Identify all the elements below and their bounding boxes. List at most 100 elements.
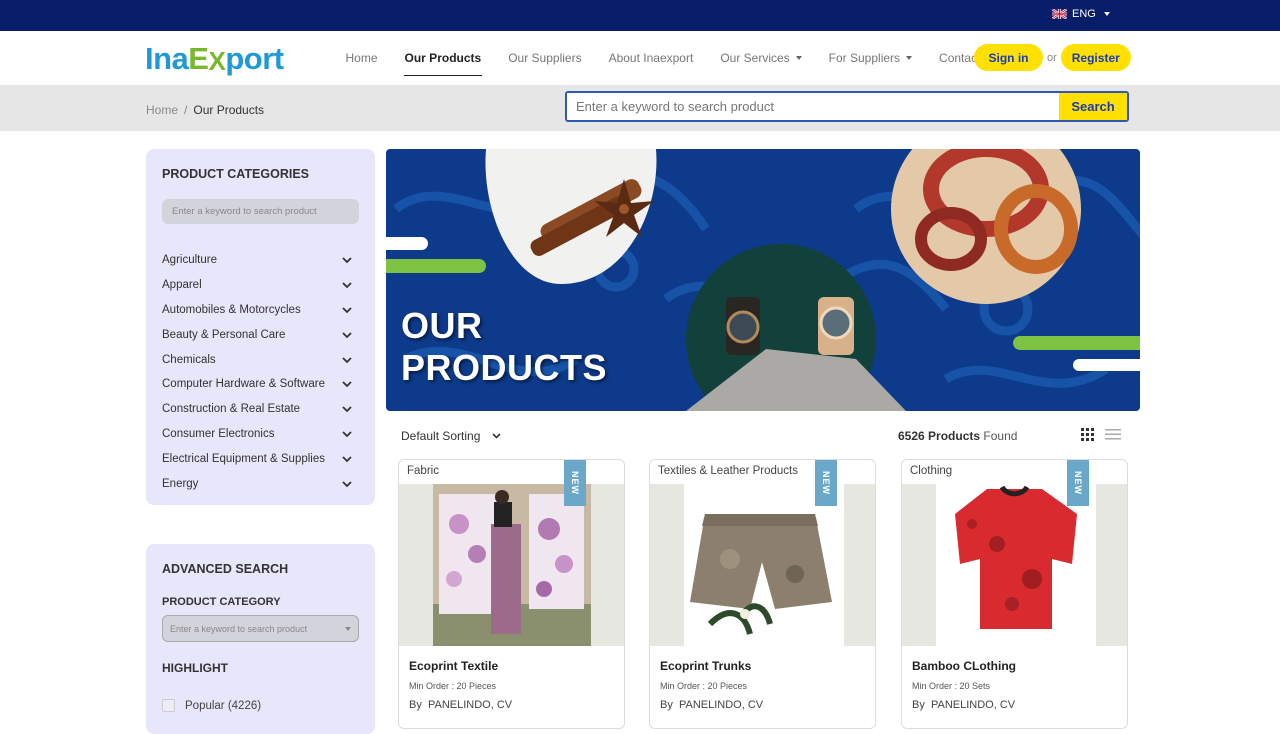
nav-our-products-label: Our Products bbox=[404, 51, 482, 65]
category-item[interactable]: Consumer Electronics bbox=[162, 422, 352, 447]
sign-in-button[interactable]: Sign in bbox=[974, 44, 1043, 71]
our-products-banner: OUR PRODUCTS bbox=[386, 149, 1140, 411]
category-item[interactable]: Apparel bbox=[162, 273, 352, 298]
list-view-icon[interactable] bbox=[1105, 428, 1121, 441]
category-item[interactable]: Energy bbox=[162, 471, 352, 496]
found-label: Found bbox=[983, 429, 1018, 443]
nav-our-services[interactable]: Our Services bbox=[707, 31, 815, 85]
category-label: Apparel bbox=[162, 279, 202, 292]
category-item[interactable]: Beauty & Personal Care bbox=[162, 322, 352, 347]
categories-title: PRODUCT CATEGORIES bbox=[162, 167, 309, 181]
inaexport-logo[interactable]: Ina E Xport bbox=[145, 41, 284, 77]
chevron-down-icon[interactable] bbox=[342, 430, 352, 438]
sort-label: Default Sorting bbox=[401, 429, 481, 443]
logo-text-x: X bbox=[208, 46, 226, 76]
nav-for-suppliers-label: For Suppliers bbox=[828, 51, 901, 65]
search-input[interactable] bbox=[567, 93, 1059, 120]
chevron-down-icon[interactable] bbox=[342, 281, 352, 289]
banner-title-line1: OUR bbox=[401, 305, 483, 346]
category-item[interactable]: Agriculture bbox=[162, 248, 352, 273]
nav-about-label: About Inaexport bbox=[608, 51, 694, 65]
category-item[interactable]: Construction & Real Estate bbox=[162, 397, 352, 422]
product-category-select[interactable]: Enter a keyword to search product bbox=[162, 615, 359, 642]
product-image bbox=[902, 484, 1127, 646]
chevron-down-icon[interactable] bbox=[342, 455, 352, 463]
chevron-down-icon bbox=[906, 56, 913, 60]
product-category-placeholder: Enter a keyword to search product bbox=[170, 623, 308, 634]
supplier-name[interactable]: PANELINDO, CV bbox=[931, 699, 1015, 711]
category-label: Agriculture bbox=[162, 254, 217, 267]
nav-our-suppliers[interactable]: Our Suppliers bbox=[495, 31, 595, 85]
nav-for-suppliers[interactable]: For Suppliers bbox=[815, 31, 925, 85]
new-badge-label: NEW bbox=[570, 471, 580, 495]
sort-dropdown[interactable]: Default Sorting bbox=[401, 429, 501, 443]
register-button[interactable]: Register bbox=[1060, 44, 1131, 71]
category-item[interactable]: Chemicals bbox=[162, 347, 352, 372]
product-supplier: By PANELINDO, CV bbox=[409, 699, 512, 711]
chevron-down-icon[interactable] bbox=[342, 405, 352, 413]
advanced-search-panel: ADVANCED SEARCH PRODUCT CATEGORY Enter a… bbox=[146, 544, 375, 734]
product-supplier: By PANELINDO, CV bbox=[660, 699, 763, 711]
product-category: Fabric bbox=[407, 465, 439, 477]
product-name[interactable]: Ecoprint Textile bbox=[409, 659, 498, 673]
advanced-search-title: ADVANCED SEARCH bbox=[162, 562, 289, 576]
product-card[interactable]: Fabric NEW Ecoprint Textile Min Order : … bbox=[398, 459, 625, 729]
language-selector[interactable]: ENG bbox=[1052, 8, 1110, 20]
product-category: Textiles & Leather Products bbox=[658, 465, 798, 477]
chevron-down-icon[interactable] bbox=[342, 480, 352, 488]
new-badge-label: NEW bbox=[1073, 471, 1083, 495]
category-item[interactable]: Computer Hardware & Software bbox=[162, 372, 352, 397]
product-category-label: PRODUCT CATEGORY bbox=[162, 596, 281, 608]
nav-about[interactable]: About Inaexport bbox=[595, 31, 707, 85]
supplier-name[interactable]: PANELINDO, CV bbox=[428, 699, 512, 711]
ecoprint-trunks-photo bbox=[684, 484, 844, 646]
category-item[interactable]: Automobiles & Motorcycles bbox=[162, 298, 352, 323]
products-found: 6526 Products Found bbox=[898, 429, 1017, 443]
banner-title-line2: PRODUCTS bbox=[401, 347, 608, 388]
breadcrumb-separator: / bbox=[184, 103, 188, 117]
popular-checkbox[interactable] bbox=[162, 699, 175, 712]
language-label: ENG bbox=[1072, 8, 1096, 20]
category-label: Automobiles & Motorcycles bbox=[162, 303, 301, 316]
banner-title: OUR PRODUCTS bbox=[401, 305, 607, 389]
top-bar: ENG bbox=[0, 0, 1280, 31]
product-image bbox=[650, 484, 875, 646]
header: Ina E Xport Home Our Products Our Supplier… bbox=[0, 31, 1280, 85]
product-min-order: Min Order : 20 Sets bbox=[912, 681, 991, 691]
product-categories-panel: PRODUCT CATEGORIES Enter a keyword to se… bbox=[146, 149, 375, 505]
chevron-down-icon bbox=[1103, 12, 1110, 16]
new-badge: NEW bbox=[1067, 460, 1089, 506]
highlight-popular-option[interactable]: Popular (4226) bbox=[162, 699, 261, 712]
product-search-bar: Search bbox=[565, 91, 1129, 122]
logo-text-port: port bbox=[225, 41, 284, 76]
chevron-down-icon bbox=[492, 433, 501, 439]
product-name[interactable]: Bamboo CLothing bbox=[912, 659, 1016, 673]
supplier-name[interactable]: PANELINDO, CV bbox=[679, 699, 763, 711]
nav-our-products[interactable]: Our Products bbox=[391, 31, 495, 85]
chevron-down-icon[interactable] bbox=[342, 331, 352, 339]
chevron-down-icon[interactable] bbox=[342, 256, 352, 264]
category-label: Construction & Real Estate bbox=[162, 403, 301, 416]
category-list: Agriculture Apparel Automobiles & Motorcyc… bbox=[162, 248, 352, 496]
grid-view-icon[interactable] bbox=[1081, 428, 1094, 441]
chevron-down-icon[interactable] bbox=[342, 306, 352, 314]
popular-label: Popular (4226) bbox=[185, 699, 262, 712]
search-button[interactable]: Search bbox=[1059, 93, 1127, 120]
breadcrumb-home[interactable]: Home bbox=[146, 103, 178, 117]
product-card[interactable]: Textiles & Leather Products NEW Ecoprint… bbox=[649, 459, 876, 729]
main-nav: Home Our Products Our Suppliers About In… bbox=[332, 31, 1012, 85]
category-search-input[interactable]: Enter a keyword to search product bbox=[162, 199, 359, 224]
product-name[interactable]: Ecoprint Trunks bbox=[660, 659, 751, 673]
chevron-down-icon[interactable] bbox=[342, 380, 352, 388]
highlight-title: HIGHLIGHT bbox=[162, 661, 228, 675]
chevron-down-icon[interactable] bbox=[342, 356, 352, 364]
category-label: Consumer Electronics bbox=[162, 427, 275, 440]
nav-home[interactable]: Home bbox=[332, 31, 391, 85]
ecoprint-textile-photo bbox=[433, 484, 591, 646]
breadcrumb: Home / Our Products bbox=[146, 103, 264, 117]
category-item[interactable]: Electrical Equipment & Supplies bbox=[162, 446, 352, 471]
logo-text-e: E bbox=[188, 41, 209, 76]
new-badge: NEW bbox=[564, 460, 586, 506]
product-card[interactable]: Clothing NEW Bamboo CLothing Min Order :… bbox=[901, 459, 1128, 729]
chevron-down-icon bbox=[345, 627, 351, 631]
